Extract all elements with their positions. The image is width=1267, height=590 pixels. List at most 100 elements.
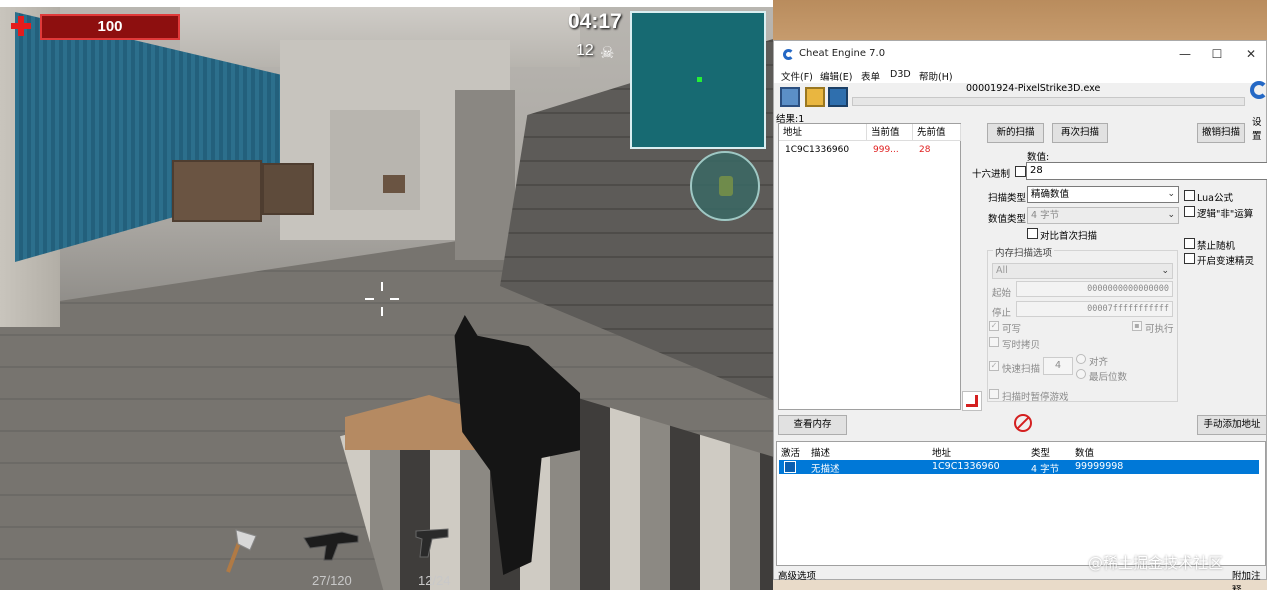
copy-on-write-checkbox[interactable] bbox=[989, 337, 999, 347]
next-scan-button[interactable]: 再次扫描 bbox=[1052, 123, 1108, 143]
hex-label: 十六进制 bbox=[972, 169, 1011, 180]
new-scan-button[interactable]: 新的扫描 bbox=[987, 123, 1044, 143]
no-random-checkbox[interactable] bbox=[1184, 238, 1195, 249]
stop-address-input[interactable]: 00007fffffffffff bbox=[1016, 301, 1173, 317]
scan-value-input[interactable]: 28 bbox=[1026, 162, 1267, 180]
advanced-options-link[interactable]: 高级选项 bbox=[778, 568, 816, 582]
menu-edit[interactable]: 编辑(E) bbox=[820, 69, 852, 83]
cheat-engine-logo-icon bbox=[783, 49, 794, 60]
pause-game-checkbox[interactable] bbox=[989, 389, 999, 399]
add-address-manually-button[interactable]: 手动添加地址 bbox=[1197, 415, 1267, 435]
scan-type-label: 扫描类型 bbox=[988, 193, 1027, 204]
lua-formula-checkbox[interactable] bbox=[1184, 190, 1195, 201]
found-row-previous[interactable]: 28 bbox=[919, 145, 930, 155]
menu-file[interactable]: 文件(F) bbox=[781, 69, 813, 83]
pistol-icon[interactable] bbox=[414, 523, 452, 561]
found-row-current[interactable]: 999... bbox=[873, 145, 899, 155]
found-address-list[interactable]: 地址 当前值 先前值 1C9C1336960 999... 28 bbox=[778, 123, 961, 410]
menu-table[interactable]: 表单 bbox=[861, 69, 880, 83]
start-address-input[interactable]: 0000000000000000 bbox=[1016, 281, 1173, 297]
column-header-current[interactable]: 当前值 bbox=[867, 124, 913, 141]
chevron-down-icon: ⌄ bbox=[1161, 266, 1169, 276]
cheat-table-list[interactable]: 激活 描述 地址 类型 数值 无描述 1C9C1336960 4 字节 9999… bbox=[776, 441, 1266, 566]
scan-type-value: 精确数值 bbox=[1031, 189, 1070, 200]
executable-checkbox[interactable]: ▪ bbox=[1132, 321, 1142, 331]
row-description[interactable]: 无描述 bbox=[811, 461, 840, 475]
title-bar[interactable]: Cheat Engine 7.0 — ☐ ✕ bbox=[774, 41, 1266, 67]
save-icon[interactable] bbox=[828, 87, 848, 107]
compare-first-label: 对比首次扫描 bbox=[1040, 231, 1098, 242]
speedhack-checkbox[interactable] bbox=[1184, 253, 1195, 264]
menu-d3d[interactable]: D3D bbox=[890, 69, 911, 80]
column-header-address[interactable]: 地址 bbox=[932, 445, 951, 459]
clear-list-icon[interactable] bbox=[1014, 414, 1032, 432]
game-viewport[interactable]: 100 04:17 12 ☠ 27/120 12/24 bbox=[0, 0, 773, 590]
column-header-previous[interactable]: 先前值 bbox=[913, 124, 961, 141]
active-checkbox[interactable] bbox=[784, 461, 796, 473]
not-operator-checkbox[interactable] bbox=[1184, 206, 1195, 217]
process-name: 00001924-PixelStrike3D.exe bbox=[966, 83, 1101, 94]
memory-region-select[interactable]: All ⌄ bbox=[992, 263, 1173, 279]
player-marker bbox=[697, 77, 702, 82]
row-address[interactable]: 1C9C1336960 bbox=[932, 461, 1000, 472]
writable-checkbox[interactable]: ✓ bbox=[989, 321, 999, 331]
maximize-button[interactable]: ☐ bbox=[1202, 44, 1232, 64]
value-type-select[interactable]: 4 字节 ⌄ bbox=[1027, 207, 1179, 224]
alignment-radio[interactable] bbox=[1076, 354, 1086, 364]
last-digits-label: 最后位数 bbox=[1089, 372, 1128, 383]
copy-on-write-label: 写时拷贝 bbox=[1002, 340, 1041, 351]
skull-icon: ☠ bbox=[600, 43, 615, 62]
scan-progress-bar bbox=[852, 97, 1245, 106]
close-button[interactable]: ✕ bbox=[1236, 44, 1266, 64]
grenade-button[interactable] bbox=[690, 151, 760, 221]
writable-label: 可写 bbox=[1002, 324, 1022, 335]
open-folder-icon[interactable] bbox=[805, 87, 825, 107]
right-pillar bbox=[455, 90, 515, 260]
fast-scan-input[interactable]: 4 bbox=[1043, 357, 1073, 375]
no-random-label: 禁止随机 bbox=[1197, 241, 1236, 252]
fast-scan-label: 快速扫描 bbox=[1002, 364, 1041, 375]
settings-icon[interactable] bbox=[1250, 81, 1267, 99]
alignment-label: 对齐 bbox=[1089, 357, 1109, 368]
column-header-description[interactable]: 描述 bbox=[811, 445, 830, 459]
crate bbox=[262, 163, 314, 215]
watermark-text: @稀土掘金技术社区 bbox=[1088, 554, 1224, 572]
select-process-icon[interactable] bbox=[780, 87, 800, 107]
memory-scan-options-title: 内存扫描选项 bbox=[993, 245, 1055, 259]
add-comment-link[interactable]: 附加注释 bbox=[1232, 568, 1266, 590]
scan-type-select[interactable]: 精确数值 ⌄ bbox=[1027, 186, 1179, 203]
window-title: Cheat Engine 7.0 bbox=[799, 48, 886, 59]
axe-icon[interactable] bbox=[222, 526, 260, 574]
row-type[interactable]: 4 字节 bbox=[1031, 461, 1059, 475]
settings-label[interactable]: 设置 bbox=[1252, 114, 1266, 142]
column-header-address[interactable]: 地址 bbox=[779, 124, 867, 141]
column-header-type[interactable]: 类型 bbox=[1031, 445, 1050, 459]
column-header-active[interactable]: 激活 bbox=[781, 445, 800, 459]
start-address-label: 起始 bbox=[992, 288, 1012, 299]
fast-scan-checkbox[interactable]: ✓ bbox=[989, 361, 999, 371]
health-bar: 100 bbox=[40, 14, 180, 40]
add-to-list-button[interactable] bbox=[962, 391, 982, 411]
column-header-value[interactable]: 数值 bbox=[1075, 445, 1094, 459]
screen: 100 04:17 12 ☠ 27/120 12/24 Cheat Engine… bbox=[0, 0, 1267, 590]
row-value[interactable]: 99999998 bbox=[1075, 461, 1123, 472]
minimap bbox=[630, 11, 766, 149]
top-strip bbox=[0, 0, 773, 7]
menu-help[interactable]: 帮助(H) bbox=[919, 69, 953, 83]
undo-scan-button[interactable]: 撤销扫描 bbox=[1197, 123, 1245, 143]
found-row-address[interactable]: 1C9C1336960 bbox=[785, 145, 849, 155]
last-digits-radio[interactable] bbox=[1076, 369, 1086, 379]
back-doorway bbox=[330, 110, 420, 210]
grenade-icon bbox=[719, 176, 733, 196]
arrow-down-right-icon bbox=[966, 395, 978, 407]
rifle-icon[interactable] bbox=[302, 520, 360, 564]
hex-checkbox[interactable] bbox=[1015, 166, 1026, 177]
speedhack-label: 开启变速精灵 bbox=[1197, 256, 1255, 267]
compare-first-checkbox[interactable] bbox=[1027, 228, 1038, 239]
value-type-label: 数值类型 bbox=[988, 214, 1027, 225]
cheat-engine-window: Cheat Engine 7.0 — ☐ ✕ 文件(F) 编辑(E) 表单 D3… bbox=[773, 40, 1267, 590]
crosshair-left bbox=[365, 298, 374, 300]
minimize-button[interactable]: — bbox=[1170, 44, 1200, 64]
table-row[interactable]: 无描述 1C9C1336960 4 字节 99999998 bbox=[779, 460, 1259, 475]
memory-view-button[interactable]: 查看内存 bbox=[778, 415, 847, 435]
